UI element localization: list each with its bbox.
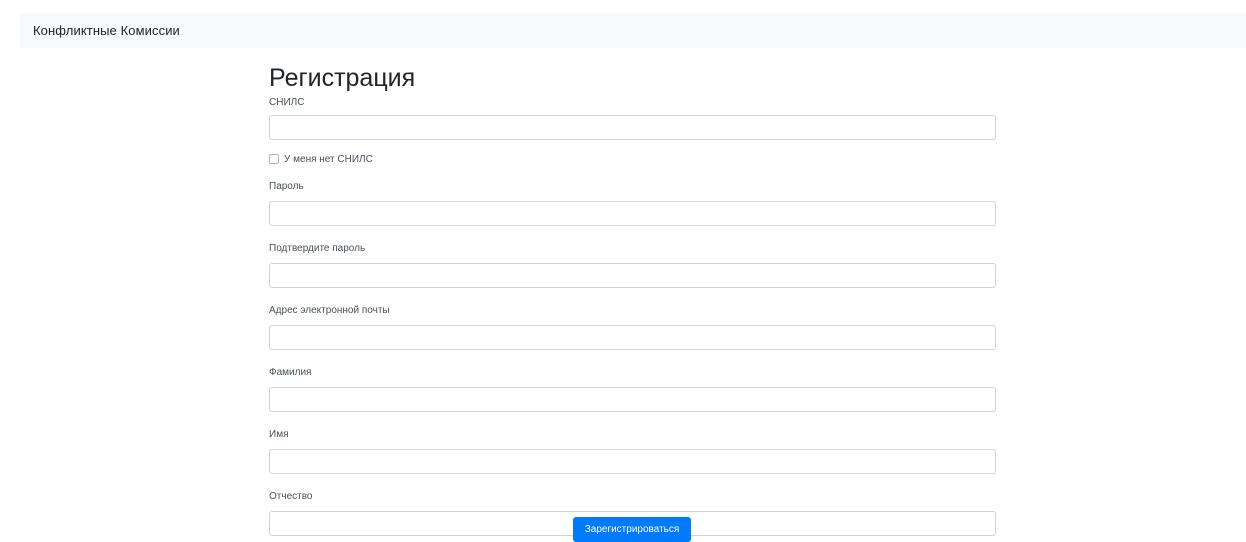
navbar-brand[interactable]: Конфликтные Комиссии bbox=[33, 23, 180, 38]
confirm-password-group: Подтвердите пароль bbox=[269, 243, 996, 288]
password-input[interactable] bbox=[269, 201, 996, 226]
confirm-password-label: Подтвердите пароль bbox=[269, 243, 366, 254]
last-name-label: Фамилия bbox=[269, 367, 312, 378]
registration-form-container: Регистрация СНИЛС У меня нет СНИЛС Парол… bbox=[269, 63, 996, 536]
first-name-label: Имя bbox=[269, 429, 289, 440]
no-snils-row: У меня нет СНИЛС bbox=[269, 153, 996, 165]
navbar: Конфликтные Комиссии bbox=[20, 13, 1246, 48]
last-name-input[interactable] bbox=[269, 387, 996, 412]
snils-label: СНИЛС bbox=[269, 97, 305, 108]
first-name-input[interactable] bbox=[269, 449, 996, 474]
page-title: Регистрация bbox=[269, 64, 416, 92]
email-group: Адрес электронной почты bbox=[269, 305, 996, 350]
no-snils-label[interactable]: У меня нет СНИЛС bbox=[284, 154, 373, 165]
no-snils-checkbox[interactable] bbox=[269, 154, 279, 164]
password-label: Пароль bbox=[269, 181, 304, 192]
register-button[interactable]: Зарегистрироваться bbox=[573, 517, 691, 542]
snils-input[interactable] bbox=[269, 115, 996, 140]
password-group: Пароль bbox=[269, 181, 996, 226]
email-input[interactable] bbox=[269, 325, 996, 350]
middle-name-label: Отчество bbox=[269, 491, 313, 502]
submit-wrap: Зарегистрироваться bbox=[573, 517, 691, 542]
last-name-group: Фамилия bbox=[269, 367, 996, 412]
email-label: Адрес электронной почты bbox=[269, 305, 390, 316]
snils-group: СНИЛС bbox=[269, 97, 996, 140]
first-name-group: Имя bbox=[269, 429, 996, 474]
confirm-password-input[interactable] bbox=[269, 263, 996, 288]
